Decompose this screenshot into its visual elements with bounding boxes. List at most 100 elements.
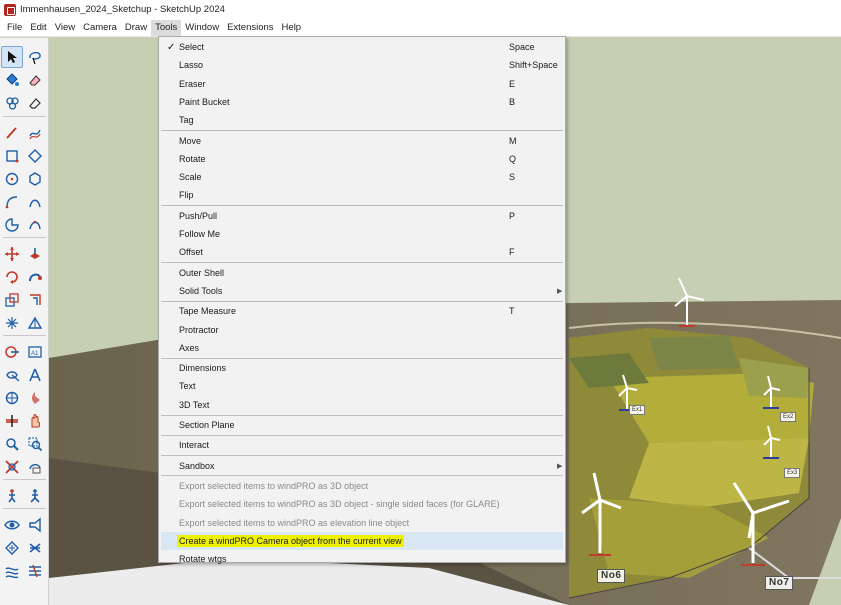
- check-icon: ✓: [167, 41, 176, 53]
- menu-item-text[interactable]: Text: [161, 377, 563, 395]
- menu-camera[interactable]: Camera: [79, 20, 121, 36]
- arc-tool-button[interactable]: [1, 191, 23, 213]
- section-plane-tool-button[interactable]: [25, 387, 47, 409]
- menu-draw[interactable]: Draw: [121, 20, 151, 36]
- menu-item-label: Text: [179, 381, 196, 392]
- tape-measure-tool-button[interactable]: [1, 341, 23, 363]
- menu-bar: File Edit View Camera Draw Tools Window Extensi…: [0, 19, 841, 37]
- 3d-text-tool-button[interactable]: [25, 364, 47, 386]
- two-point-arc-tool-button[interactable]: [25, 191, 47, 213]
- dimensions-tool-button[interactable]: A1: [25, 341, 47, 363]
- eraser-alt-tool-button[interactable]: [25, 92, 47, 114]
- rectangle-tool-button[interactable]: [1, 145, 23, 167]
- menu-item-flip[interactable]: Flip: [161, 186, 563, 204]
- menu-item-tag[interactable]: Tag: [161, 111, 563, 129]
- follow-me-tool-button[interactable]: [25, 266, 47, 288]
- menu-item-solid-tools[interactable]: Solid Tools ▶: [161, 282, 563, 300]
- menu-item-dimensions[interactable]: Dimensions: [161, 359, 563, 377]
- menu-item-move[interactable]: Move M: [161, 132, 563, 150]
- menu-item-select[interactable]: ✓ Select Space: [161, 38, 563, 56]
- menu-file[interactable]: File: [3, 20, 26, 36]
- text-tool-button[interactable]: [1, 364, 23, 386]
- tag-tool-button[interactable]: [25, 514, 47, 536]
- existing-turbine-label: Ex3: [784, 468, 801, 478]
- submenu-arrow-icon: ▶: [557, 462, 563, 470]
- circle-tool-button[interactable]: [1, 168, 23, 190]
- menu-item-3d-text[interactable]: 3D Text: [161, 396, 563, 414]
- menu-view[interactable]: View: [51, 20, 79, 36]
- polygon-tool-button[interactable]: [25, 168, 47, 190]
- menu-item-paint-bucket[interactable]: Paint Bucket B: [161, 93, 563, 111]
- components-icon: [6, 97, 19, 110]
- zoom-tool-button[interactable]: [1, 433, 23, 455]
- menu-item-shortcut: Shift+Space: [509, 60, 558, 71]
- rotate-tool-button[interactable]: [1, 266, 23, 288]
- stamp-tool-button[interactable]: [25, 537, 47, 559]
- menu-item-sandbox[interactable]: Sandbox ▶: [161, 457, 563, 475]
- turbine-label-no6: No6: [597, 569, 626, 583]
- menu-item-interact[interactable]: Interact: [161, 436, 563, 454]
- menu-item-push-pull[interactable]: Push/Pull P: [161, 207, 563, 225]
- scale-tool-button[interactable]: [1, 289, 23, 311]
- menu-item-label: Push/Pull: [179, 210, 218, 221]
- protractor-tool-button[interactable]: [25, 312, 47, 334]
- menu-item-protractor[interactable]: Protractor: [161, 321, 563, 339]
- menu-tools[interactable]: Tools: [151, 19, 182, 36]
- zoom-window-tool-button[interactable]: [25, 433, 47, 455]
- menu-help[interactable]: Help: [278, 20, 306, 36]
- menu-window[interactable]: Window: [181, 20, 223, 36]
- previous-view-tool-button[interactable]: [25, 456, 47, 478]
- orbit-tool-button[interactable]: [1, 387, 23, 409]
- pencil-line-tool-button[interactable]: [1, 122, 23, 144]
- section-cut-tool-button[interactable]: [1, 410, 23, 432]
- push-pull-tool-button[interactable]: [25, 243, 47, 265]
- flip-edge-tool-button[interactable]: [25, 560, 47, 582]
- menu-item-eraser[interactable]: Eraser E: [161, 75, 563, 93]
- offset-tool-button[interactable]: [25, 289, 47, 311]
- menu-item-label: Eraser: [179, 78, 206, 89]
- menu-item-scale[interactable]: Scale S: [161, 168, 563, 186]
- menu-extensions[interactable]: Extensions: [223, 20, 277, 36]
- menu-item-rotate[interactable]: Rotate Q: [161, 150, 563, 168]
- zoom-extents-tool-button[interactable]: [1, 456, 23, 478]
- menu-item-create-a-windpro-camera-object-from-the-current-view[interactable]: Create a windPRO Camera object from the …: [161, 531, 563, 550]
- axes-tool-button[interactable]: [1, 312, 23, 334]
- pan-tool-button[interactable]: [25, 410, 47, 432]
- look-around-tool-button[interactable]: [1, 514, 23, 536]
- menu-item-follow-me[interactable]: Follow Me: [161, 225, 563, 243]
- eraser-tool-button[interactable]: [25, 69, 47, 91]
- rotated-rectangle-tool-button[interactable]: [25, 145, 47, 167]
- menu-item-label: Rotate wtgs: [179, 554, 227, 565]
- position-camera-tool-button[interactable]: [25, 485, 47, 507]
- menu-item-label: Rotate: [179, 153, 206, 164]
- menu-item-axes[interactable]: Axes: [161, 339, 563, 357]
- three-point-arc-tool-button[interactable]: [25, 214, 47, 236]
- menu-item-label: Interact: [179, 440, 210, 451]
- menu-item-label: Export selected items to windPRO as elev…: [179, 517, 410, 528]
- menu-item-outer-shell[interactable]: Outer Shell: [161, 264, 563, 282]
- paint-bucket-tool-button[interactable]: [1, 69, 23, 91]
- section-plane-icon: [32, 392, 41, 404]
- menu-item-rotate-wtgs[interactable]: Rotate wtgs: [161, 550, 563, 568]
- pie-tool-button[interactable]: [1, 214, 23, 236]
- lasso-tool-button[interactable]: [25, 46, 46, 68]
- freehand-tool-button[interactable]: [25, 122, 47, 144]
- menu-edit[interactable]: Edit: [26, 20, 50, 36]
- rotated-rectangle-icon: [28, 149, 43, 163]
- select-arrow-tool-button[interactable]: [1, 46, 23, 68]
- menu-item-offset[interactable]: Offset F: [161, 243, 563, 261]
- menu-item-shortcut: S: [509, 172, 516, 183]
- drape-tool-button[interactable]: [1, 560, 23, 582]
- menu-item-label: Paint Bucket: [179, 96, 230, 107]
- sandbox-tool-button[interactable]: [1, 537, 23, 559]
- zoom-window-icon: [28, 437, 43, 452]
- menu-item-tape-measure[interactable]: Tape Measure T: [161, 302, 563, 320]
- axes-icon: [5, 317, 18, 329]
- move-icon: [4, 247, 19, 261]
- components-tool-button[interactable]: [1, 92, 23, 114]
- zoom-icon: [6, 438, 19, 451]
- walk-tool-button[interactable]: [1, 485, 23, 507]
- move-tool-button[interactable]: [1, 243, 23, 265]
- menu-item-lasso[interactable]: Lasso Shift+Space: [161, 56, 563, 74]
- menu-item-section-plane[interactable]: Section Plane: [161, 416, 563, 434]
